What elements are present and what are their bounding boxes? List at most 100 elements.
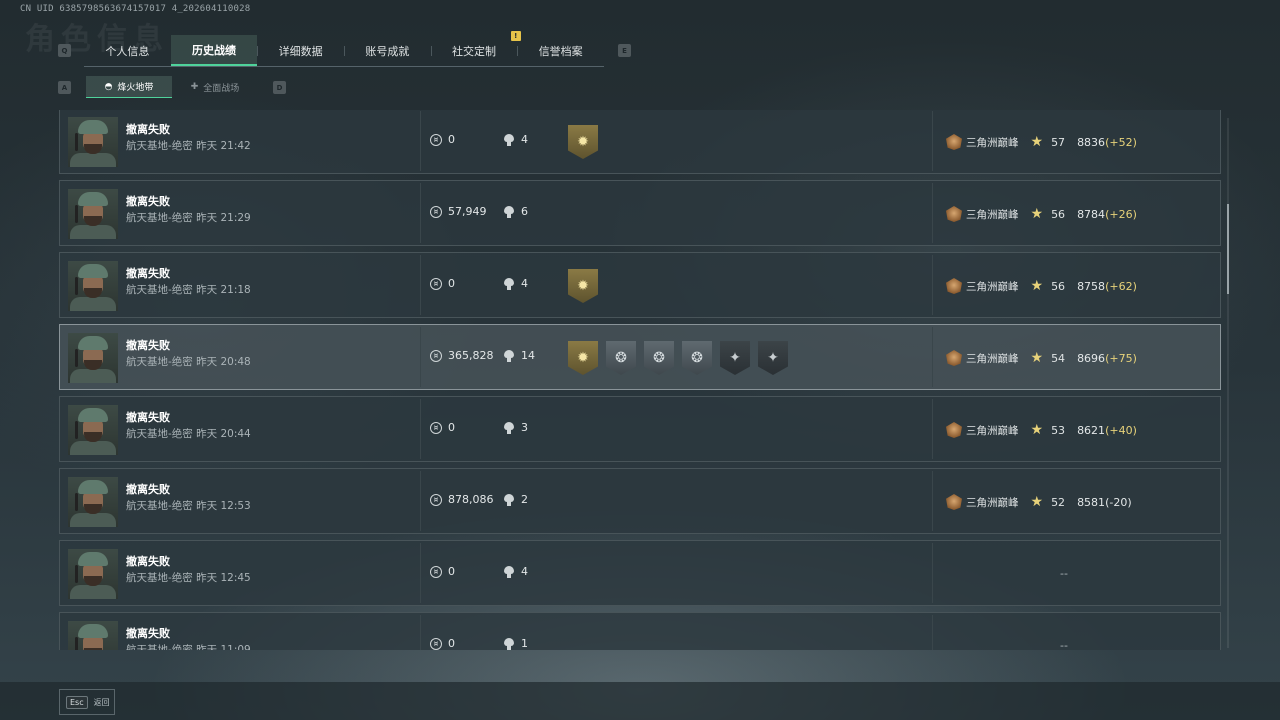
tab-next-key-hint[interactable]: E <box>618 44 631 57</box>
coin-icon: ¤ <box>430 205 442 218</box>
row-divider <box>932 327 933 387</box>
extracted-value: ¤ 0 <box>430 421 455 434</box>
helmet-icon: ◓ <box>104 81 113 92</box>
match-map-time: 航天基地-绝密 昨天 11:09 <box>126 644 251 650</box>
medal-icon[interactable]: ❂ <box>644 341 674 375</box>
value-text: 0 <box>448 565 455 578</box>
skull-icon <box>504 493 514 506</box>
scrollbar-thumb[interactable] <box>1227 204 1229 294</box>
tab-label: 详细数据 <box>278 44 323 58</box>
match-result: 撤离失败 <box>126 555 170 568</box>
value-text: 878,086 <box>448 493 494 506</box>
skull-icon <box>504 349 514 362</box>
tab-label: 个人信息 <box>105 44 150 58</box>
match-map-time: 航天基地-绝密 昨天 21:18 <box>126 284 251 296</box>
medal-icon[interactable]: ✹ <box>568 125 598 159</box>
kill-count: 3 <box>504 421 528 434</box>
row-divider <box>420 471 421 531</box>
subtab-prev-key-hint[interactable]: A <box>58 81 71 94</box>
subtab-1[interactable]: ✚ 全面战场 <box>172 76 258 98</box>
tab-1[interactable]: 历史战绩 <box>170 35 258 66</box>
kills-text: 3 <box>521 421 528 434</box>
value-text: 0 <box>448 133 455 146</box>
operator-avatar <box>68 117 118 167</box>
value-text: 0 <box>448 277 455 290</box>
rank-emblem-icon <box>946 494 962 510</box>
kill-count: 2 <box>504 493 528 506</box>
kills-text: 4 <box>521 133 528 146</box>
operator-avatar <box>68 261 118 311</box>
rank-level: 52 <box>1051 495 1066 509</box>
medal-icon[interactable]: ✦ <box>758 341 788 375</box>
skull-icon <box>504 637 514 650</box>
rank-score: 8621(+40) <box>1077 424 1137 437</box>
match-row[interactable]: 撤离失败 航天基地-绝密 昨天 20:44 ¤ 0 3 三角洲巅峰 ★ 53 8621(+40) <box>59 396 1221 462</box>
coin-icon: ¤ <box>430 421 442 434</box>
star-icon: ★ <box>1030 350 1044 366</box>
rank-name: 三角洲巅峰 <box>966 424 1019 437</box>
value-text: 0 <box>448 637 455 650</box>
operator-avatar <box>68 621 118 650</box>
match-result: 撤离失败 <box>126 339 170 352</box>
match-row[interactable]: 撤离失败 航天基地-绝密 昨天 21:42 ¤ 0 4 ✹ 三角洲巅峰 ★ 57 8836(+52… <box>59 110 1221 174</box>
match-map-time: 航天基地-绝密 昨天 21:29 <box>126 212 251 224</box>
kills-text: 4 <box>521 565 528 578</box>
rank-empty: -- <box>1060 567 1068 580</box>
tab-3[interactable]: 账号成就 <box>344 35 431 66</box>
tab-label: 账号成就 <box>365 44 410 58</box>
operator-avatar <box>68 405 118 455</box>
medal-icon[interactable]: ✹ <box>568 269 598 303</box>
match-result: 撤离失败 <box>126 627 170 640</box>
kill-count: 6 <box>504 205 528 218</box>
back-button[interactable]: Esc 返回 <box>59 689 115 715</box>
match-row[interactable]: 撤离失败 航天基地-绝密 昨天 11:09 ¤ 0 1 -- <box>59 612 1221 650</box>
tab-5[interactable]: 信誉档案 <box>517 35 604 66</box>
extracted-value: ¤ 0 <box>430 277 455 290</box>
coin-icon: ¤ <box>430 637 442 650</box>
kill-count: 14 <box>504 349 535 362</box>
kill-count: 4 <box>504 565 528 578</box>
score-delta: (+40) <box>1105 423 1137 437</box>
medal-icon[interactable]: ✦ <box>720 341 750 375</box>
kills-text: 14 <box>521 349 535 362</box>
skull-icon <box>504 133 514 146</box>
kills-text: 1 <box>521 637 528 650</box>
rank-score: 8784(+26) <box>1077 208 1137 221</box>
coin-icon: ¤ <box>430 133 442 146</box>
row-divider <box>932 471 933 531</box>
rank-name: 三角洲巅峰 <box>966 136 1019 149</box>
match-row[interactable]: 撤离失败 航天基地-绝密 昨天 12:45 ¤ 0 4 -- <box>59 540 1221 606</box>
tab-2[interactable]: 详细数据 <box>257 35 344 66</box>
coin-icon: ¤ <box>430 493 442 506</box>
match-result: 撤离失败 <box>126 483 170 496</box>
match-result: 撤离失败 <box>126 411 170 424</box>
rank-emblem-icon <box>946 350 962 366</box>
row-divider <box>420 615 421 650</box>
match-row[interactable]: 撤离失败 航天基地-绝密 昨天 12:53 ¤ 878,086 2 三角洲巅峰 ★ 52 858… <box>59 468 1221 534</box>
medal-icon[interactable]: ❂ <box>606 341 636 375</box>
mode-subtabs: ◓ 烽火地带 ✚ 全面战场 <box>86 76 258 98</box>
row-divider <box>420 327 421 387</box>
score-value: 8621 <box>1077 423 1106 437</box>
scrollbar-track[interactable] <box>1227 118 1229 648</box>
operator-avatar <box>68 189 118 239</box>
subtab-next-key-hint[interactable]: D <box>273 81 286 94</box>
medal-icon[interactable]: ✹ <box>568 341 598 375</box>
kill-count: 4 <box>504 277 528 290</box>
subtab-label: 全面战场 <box>203 83 240 94</box>
match-map-time: 航天基地-绝密 昨天 21:42 <box>126 140 251 152</box>
tab-0[interactable]: 个人信息 <box>84 35 171 66</box>
match-row[interactable]: 撤离失败 航天基地-绝密 昨天 20:48 ¤ 365,828 14 ✹ ❂ ❂ ❂ ✦ ✦ 三角洲巅… <box>59 324 1221 390</box>
subtab-0[interactable]: ◓ 烽火地带 <box>86 76 172 98</box>
match-row[interactable]: 撤离失败 航天基地-绝密 昨天 21:29 ¤ 57,949 6 三角洲巅峰 ★ 56 8784… <box>59 180 1221 246</box>
tab-4[interactable]: 社交定制! <box>430 31 521 66</box>
score-delta: (+52) <box>1105 135 1137 149</box>
extracted-value: ¤ 878,086 <box>430 493 494 506</box>
star-icon: ★ <box>1030 278 1044 294</box>
score-value: 8836 <box>1077 135 1106 149</box>
match-result: 撤离失败 <box>126 195 170 208</box>
rank-info: 三角洲巅峰 ★ 56 8758(+62) <box>946 269 1137 303</box>
tab-prev-key-hint[interactable]: Q <box>58 44 71 57</box>
medal-icon[interactable]: ❂ <box>682 341 712 375</box>
match-row[interactable]: 撤离失败 航天基地-绝密 昨天 21:18 ¤ 0 4 ✹ 三角洲巅峰 ★ 56 8758(+62… <box>59 252 1221 318</box>
